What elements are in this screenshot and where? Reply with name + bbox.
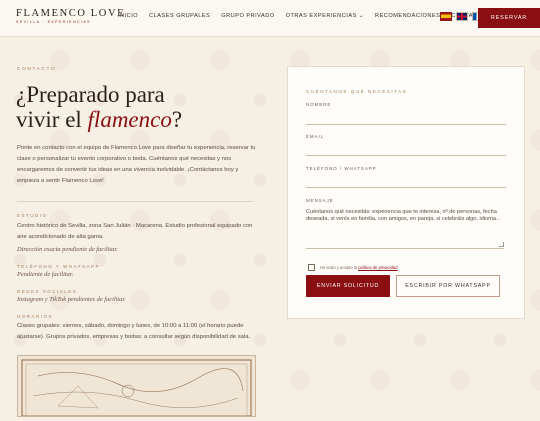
spain-flag-icon[interactable] [440, 12, 452, 21]
nav-item-grupo-privado[interactable]: GRUPO PRIVADO [221, 13, 274, 19]
headline-line-1: ¿Preparado para [16, 82, 165, 107]
hours-text: Clases grupales: viernes, sábado, doming… [17, 323, 251, 340]
site-header: FLAMENCO LOVE SEVILLA · EXPERIENCIAS INI… [0, 0, 540, 37]
studio-label: ESTUDIO [17, 213, 48, 218]
email-label: EMAIL [306, 134, 325, 139]
intro-text: Ponte en contacto con el equipo de Flame… [17, 145, 256, 184]
email-field[interactable] [306, 155, 506, 156]
whatsapp-button[interactable]: ESCRIBIR POR WHATSAPP [396, 275, 500, 297]
chevron-down-icon: ⌄ [358, 13, 365, 19]
contact-form-card: CUÉNTANOS QUÉ NECESITAS NOMBRE EMAIL TEL… [287, 66, 525, 319]
social-pending: Instagram y TikTok pendientes de facilit… [17, 296, 126, 303]
headline-end: ? [171, 107, 183, 132]
phone-field[interactable] [306, 187, 506, 188]
hours-label: HORARIOS [17, 314, 54, 319]
phone-label: TELÉFONO Y WHATSAPP [17, 264, 101, 269]
nav-item-inicio[interactable]: INICIO [118, 13, 138, 19]
uk-flag-icon[interactable] [456, 12, 468, 21]
message-label: MENSAJE [306, 198, 334, 203]
nav-item-clases-grupales[interactable]: CLASES GRUPALES [149, 13, 210, 19]
form-title: CUÉNTANOS QUÉ NECESITAS [306, 89, 408, 94]
section-eyebrow: CONTACTO [17, 67, 57, 72]
message-placeholder: Cuéntanos qué necesitás: experiencia que… [306, 209, 501, 222]
privacy-policy-link[interactable]: política de privacidad [358, 265, 397, 270]
map-illustration [21, 359, 252, 417]
resize-handle-icon[interactable] [499, 242, 504, 247]
name-label: NOMBRE [306, 102, 332, 107]
nav-item-otras-experiencias[interactable]: OTRAS EXPERIENCIAS ⌄ [286, 13, 364, 19]
studio-pending: Dirección exacta pendiente de facilitar. [17, 246, 118, 253]
phone-field-label: TELÉFONO / WHATSAPP [306, 166, 377, 171]
message-textarea[interactable]: Cuéntanos qué necesitás: experiencia que… [306, 209, 504, 249]
headline-line-2: vivir el [16, 107, 82, 132]
social-label: REDES SOCIALES [17, 289, 78, 294]
name-field[interactable] [306, 124, 506, 125]
logo-subtitle: SEVILLA · EXPERIENCIAS [16, 20, 91, 24]
logo[interactable]: FLAMENCO LOVE SEVILLA · EXPERIENCIAS [16, 8, 125, 24]
headline-accent: flamenco [87, 107, 172, 132]
vintage-map-image [17, 355, 256, 417]
logo-title: FLAMENCO LOVE [16, 8, 126, 19]
divider [17, 201, 253, 202]
studio-text: Centro histórico de Sevilla, zona San Ju… [17, 223, 253, 240]
consent-text: He leído y acepto la política de privaci… [320, 265, 398, 270]
privacy-checkbox[interactable] [308, 264, 315, 272]
reserve-button[interactable]: RESERVAR [478, 8, 540, 28]
page-title: ¿Preparado para vivir el flamenco? [16, 82, 246, 132]
nav-item-recomendaciones[interactable]: RECOMENDACIONES [375, 13, 440, 19]
phone-pending: Pendiente de facilitar. [17, 271, 74, 278]
main-nav: INICIO CLASES GRUPALES GRUPO PRIVADO OTR… [118, 13, 486, 19]
submit-button[interactable]: ENVIAR SOLICITUD [306, 275, 390, 297]
nav-item-otras-experiencias-label: OTRAS EXPERIENCIAS [285, 13, 357, 19]
consent-prefix: He leído y acepto la [320, 265, 358, 271]
